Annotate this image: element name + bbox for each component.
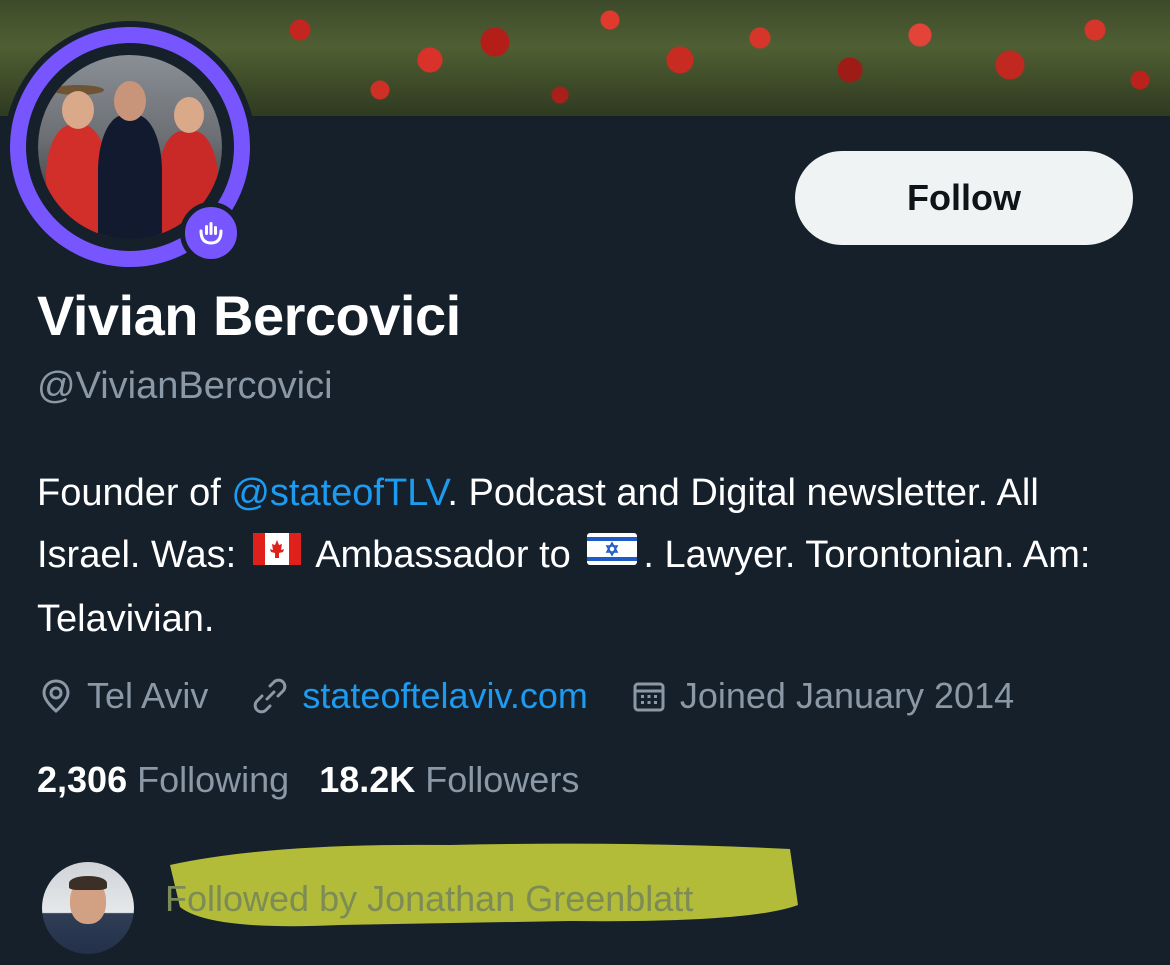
location-text: Tel Aviv [87, 675, 209, 716]
user-handle: @VivianBercovici [37, 365, 333, 407]
bio-mention-link[interactable]: @stateofTLV [231, 472, 447, 514]
following-label: Following [137, 759, 290, 800]
avatar-figure-middle [98, 115, 162, 239]
location-pin-icon [42, 679, 70, 713]
spaces-microphone-icon[interactable] [180, 202, 242, 264]
profile-bio: Founder of @stateofTLV. Podcast and Digi… [37, 462, 1097, 650]
avatar-head-right [174, 97, 204, 133]
website-item[interactable]: stateoftelaviv.com [250, 675, 588, 717]
canada-flag-icon [252, 522, 301, 584]
joined-item: Joined January 2014 [630, 675, 1014, 717]
following-count: 2,306 [37, 759, 128, 800]
followers-count: 18.2K [319, 759, 416, 800]
location-item: Tel Aviv [37, 675, 208, 717]
website-link[interactable]: stateoftelaviv.com [302, 675, 587, 717]
link-icon [254, 678, 287, 714]
followers-label: Followers [425, 759, 580, 800]
bio-text-1: Founder of [37, 472, 232, 514]
profile-meta: Tel Aviv stateoftelaviv.com Joined Janua… [37, 668, 1056, 724]
israel-flag-icon [587, 522, 638, 584]
follower-avatar[interactable] [42, 862, 134, 954]
followed-by-text[interactable]: Followed by Jonathan Greenblatt [165, 878, 693, 920]
calendar-icon [633, 682, 665, 712]
profile-avatar[interactable] [10, 27, 250, 267]
joined-text: Joined January 2014 [679, 675, 1015, 716]
display-name: Vivian Bercovici [37, 284, 461, 347]
bio-text-3: Ambassador to [306, 534, 582, 576]
follow-stats: 2,306 Following 18.2K Followers [37, 752, 609, 808]
follow-button[interactable]: Follow [795, 151, 1133, 245]
follower-hair [69, 876, 107, 890]
avatar-head-middle [114, 81, 146, 121]
avatar-head-left [62, 91, 94, 129]
followers-stat[interactable]: 18.2K Followers [319, 759, 579, 801]
following-stat[interactable]: 2,306 Following [37, 759, 289, 801]
